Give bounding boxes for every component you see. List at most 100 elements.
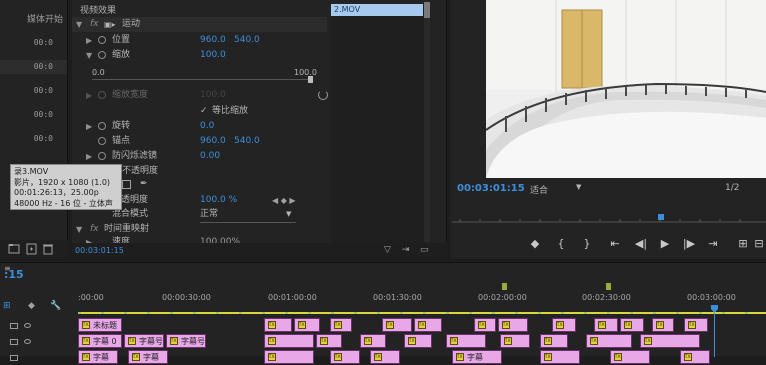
eye-icon[interactable] bbox=[24, 323, 31, 328]
timeline-clip[interactable]: fx bbox=[680, 350, 710, 364]
timeline-clip[interactable]: fx bbox=[640, 334, 700, 348]
marker-icon[interactable]: ◆ bbox=[28, 301, 35, 311]
reset-icon[interactable] bbox=[318, 90, 328, 100]
track-toggle-icon[interactable] bbox=[10, 323, 18, 329]
timeline-clip[interactable]: fx 字幕 bbox=[78, 350, 118, 364]
timeline-clip[interactable]: fx bbox=[500, 334, 530, 348]
scrollbar-thumb[interactable] bbox=[424, 2, 430, 18]
chevron-right-icon[interactable]: ▶ bbox=[86, 33, 92, 48]
timeline-clip[interactable]: fx bbox=[264, 334, 314, 348]
uniform-scale-checkbox[interactable]: ✓ bbox=[200, 104, 208, 119]
fit-zoom-select[interactable]: 适合 ▼ bbox=[530, 183, 588, 196]
wrench-icon[interactable]: 🔧 bbox=[50, 301, 61, 311]
timeline-clip[interactable]: fx bbox=[264, 318, 292, 332]
speed-value[interactable]: 100.00% bbox=[200, 235, 240, 243]
column-header-media-start[interactable]: 媒体开始 bbox=[27, 12, 63, 25]
chevron-right-icon[interactable]: ▶ bbox=[86, 235, 92, 243]
effect-controls-scrollbar[interactable] bbox=[424, 2, 430, 242]
program-video-frame[interactable] bbox=[486, 0, 766, 178]
timeline-clip[interactable]: fx bbox=[540, 350, 580, 364]
timeline-clip[interactable]: fx bbox=[360, 334, 386, 348]
resolution-select[interactable]: 1/2 bbox=[725, 183, 739, 193]
filter-icon[interactable]: ▽ bbox=[384, 245, 391, 255]
timeline-clip[interactable]: fx 字幕号 bbox=[166, 334, 206, 348]
export-icon[interactable]: ⇥ bbox=[402, 245, 410, 255]
timeline-clip[interactable]: fx bbox=[586, 334, 632, 348]
keyframe-nav-icon[interactable]: ◀ ◆ ▶ bbox=[272, 193, 296, 208]
step-back-icon[interactable]: ◀| bbox=[634, 237, 648, 250]
trash-icon[interactable] bbox=[43, 244, 53, 255]
blend-mode-select[interactable]: 正常 bbox=[200, 207, 296, 223]
timeline-clip[interactable]: fx bbox=[330, 318, 352, 332]
stopwatch-icon[interactable] bbox=[98, 51, 106, 59]
timeline-clip[interactable]: fx bbox=[610, 350, 650, 364]
timeline-clip[interactable]: fx 字幕 bbox=[128, 350, 168, 364]
chevron-right-icon[interactable]: ▶ bbox=[86, 149, 92, 164]
eye-icon[interactable] bbox=[24, 339, 31, 344]
scale-slider-handle[interactable] bbox=[308, 76, 313, 83]
timeline-clip[interactable]: fx bbox=[540, 334, 568, 348]
timeline-clip[interactable]: fx bbox=[446, 334, 486, 348]
position-x-value[interactable]: 960.0 bbox=[200, 33, 226, 48]
timeline-clip[interactable]: fx bbox=[652, 318, 674, 332]
timeline-clip[interactable]: fx bbox=[264, 350, 314, 364]
timeline-clip[interactable]: fx 字幕 0 bbox=[78, 334, 122, 348]
chevron-down-icon[interactable]: ▼ bbox=[76, 17, 82, 32]
anchor-x-value[interactable]: 960.0 bbox=[200, 134, 226, 149]
playhead-icon[interactable] bbox=[658, 214, 664, 220]
timeline-marker-1[interactable] bbox=[502, 283, 507, 290]
timeline-clip[interactable]: fx bbox=[620, 318, 644, 332]
effect-clip-timeline[interactable] bbox=[331, 4, 427, 244]
clip-icon[interactable]: ▭ bbox=[420, 245, 429, 255]
timeline-current-time[interactable]: :15 bbox=[4, 268, 24, 281]
motion-toggle-icon[interactable]: ▣▸ bbox=[104, 17, 116, 32]
timeline-clip[interactable]: fx 字幕号 bbox=[124, 334, 164, 348]
chevron-right-icon[interactable]: ▶ bbox=[86, 119, 92, 134]
monitor-timeline-ruler[interactable] bbox=[450, 202, 766, 226]
rectangle-mask-icon[interactable] bbox=[122, 180, 131, 189]
stopwatch-icon[interactable] bbox=[98, 91, 106, 99]
go-to-out-icon[interactable]: ⇥ bbox=[706, 237, 720, 250]
add-marker-icon[interactable]: ◆ bbox=[528, 237, 542, 250]
new-item-icon[interactable] bbox=[26, 243, 37, 255]
chevron-down-icon[interactable]: ▼ bbox=[576, 183, 581, 191]
anchor-y-value[interactable]: 540.0 bbox=[234, 134, 260, 149]
timeline-clip[interactable]: fx bbox=[330, 350, 360, 364]
timeline-clip[interactable]: fx bbox=[414, 318, 442, 332]
stopwatch-icon[interactable] bbox=[98, 137, 106, 145]
timeline-clip[interactable]: fx 未标题 bbox=[78, 318, 122, 332]
timeline-marker-2[interactable] bbox=[606, 283, 611, 290]
timeline-clip[interactable]: fx bbox=[404, 334, 432, 348]
pen-mask-icon[interactable]: ✒ bbox=[140, 177, 148, 192]
timeline-clip[interactable]: fx bbox=[498, 318, 528, 332]
chevron-right-icon[interactable]: ▶ bbox=[86, 88, 92, 103]
position-y-value[interactable]: 540.0 bbox=[234, 33, 260, 48]
timeline-clip[interactable]: fx bbox=[382, 318, 412, 332]
stopwatch-icon[interactable] bbox=[98, 152, 106, 160]
timeline-clip[interactable]: fx bbox=[370, 350, 400, 364]
track-toggle-icon[interactable] bbox=[10, 339, 18, 345]
chevron-down-icon[interactable]: ▼ bbox=[86, 48, 92, 63]
playhead-icon[interactable] bbox=[711, 305, 718, 313]
rotation-value[interactable]: 0.0 bbox=[200, 119, 214, 134]
opacity-value[interactable]: 100.0 % bbox=[200, 193, 237, 208]
scale-slider-track[interactable] bbox=[92, 79, 312, 80]
timeline-clip[interactable]: fx bbox=[474, 318, 496, 332]
go-to-in-icon[interactable]: ⇤ bbox=[608, 237, 622, 250]
anti-flicker-value[interactable]: 0.00 bbox=[200, 149, 220, 164]
new-bin-icon[interactable] bbox=[8, 244, 20, 254]
lift-icon[interactable]: ⊞ bbox=[736, 237, 750, 250]
stopwatch-icon[interactable] bbox=[98, 36, 106, 44]
snap-icon[interactable]: ⊞ bbox=[3, 301, 11, 311]
timeline-clip[interactable]: fx 字幕 bbox=[452, 350, 502, 364]
motion-row[interactable]: ▼ fx ▣▸ 运动 bbox=[72, 17, 401, 32]
scale-value[interactable]: 100.0 bbox=[200, 48, 226, 63]
timeline-clip[interactable]: fx bbox=[684, 318, 708, 332]
mark-in-icon[interactable]: { bbox=[554, 237, 568, 250]
stopwatch-icon[interactable] bbox=[98, 122, 106, 130]
timeline-clip[interactable]: fx bbox=[316, 334, 342, 348]
extract-icon[interactable]: ⊟ bbox=[752, 237, 766, 250]
step-forward-icon[interactable]: |▶ bbox=[682, 237, 696, 250]
timeline-clip[interactable]: fx bbox=[552, 318, 576, 332]
timeline-clip[interactable]: fx bbox=[594, 318, 618, 332]
